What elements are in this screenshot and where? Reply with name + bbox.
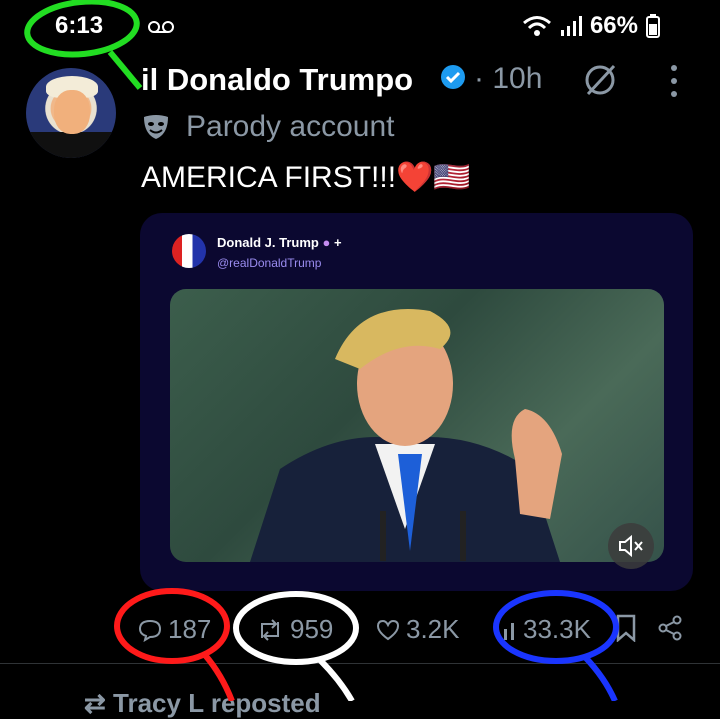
heart-icon <box>376 619 400 640</box>
parody-mask-icon <box>144 115 168 139</box>
post-time: · 10h <box>474 62 543 95</box>
view-count: 33.3K <box>523 614 591 644</box>
reply-button[interactable]: 187 <box>138 614 211 645</box>
author-name[interactable]: il Donaldo Trumpo <box>141 62 413 98</box>
post-text: AMERICA FIRST!!!❤️🇺🇸 <box>141 161 471 194</box>
views-button[interactable]: 33.3K <box>503 614 591 645</box>
next-post-repost-label: ⇄ Tracy L reposted <box>84 688 321 718</box>
embedded-avatar <box>172 234 206 268</box>
feed-divider <box>0 663 720 664</box>
green-annotation-tail <box>107 50 143 90</box>
embedded-handle: @realDonaldTrump <box>217 256 322 270</box>
status-right: 66% <box>522 12 660 40</box>
verified-badge-icon <box>441 65 465 89</box>
mute-button[interactable] <box>608 523 654 569</box>
video-frame <box>250 309 562 562</box>
grok-icon[interactable] <box>580 60 620 100</box>
views-bar-icon <box>504 622 514 640</box>
like-button[interactable]: 3.2K <box>376 614 460 645</box>
repost-icon <box>261 618 279 641</box>
status-time: 6:13 <box>55 12 104 39</box>
author-avatar[interactable] <box>26 68 116 158</box>
battery-icon <box>646 14 660 38</box>
repost-count: 959 <box>290 614 334 644</box>
embedded-author-name: Donald J. Trump ● + <box>217 235 342 250</box>
repost-small-icon: ⇄ <box>84 688 106 718</box>
voicemail-icon <box>148 21 174 33</box>
more-options-icon[interactable] <box>664 62 684 100</box>
share-icon[interactable] <box>657 615 683 641</box>
wifi-icon <box>522 16 551 36</box>
muted-speaker-icon <box>619 534 643 558</box>
parody-label: Parody account <box>186 110 395 143</box>
signal-icon <box>560 16 582 36</box>
like-count: 3.2K <box>406 614 460 644</box>
repost-button[interactable]: 959 <box>256 614 333 645</box>
bookmark-icon[interactable] <box>614 614 638 642</box>
video-player[interactable] <box>170 289 664 562</box>
battery-percent: 66% <box>589 12 638 39</box>
white-annotation-tail <box>317 657 355 701</box>
reply-count: 187 <box>168 614 212 644</box>
reply-icon <box>138 619 162 642</box>
